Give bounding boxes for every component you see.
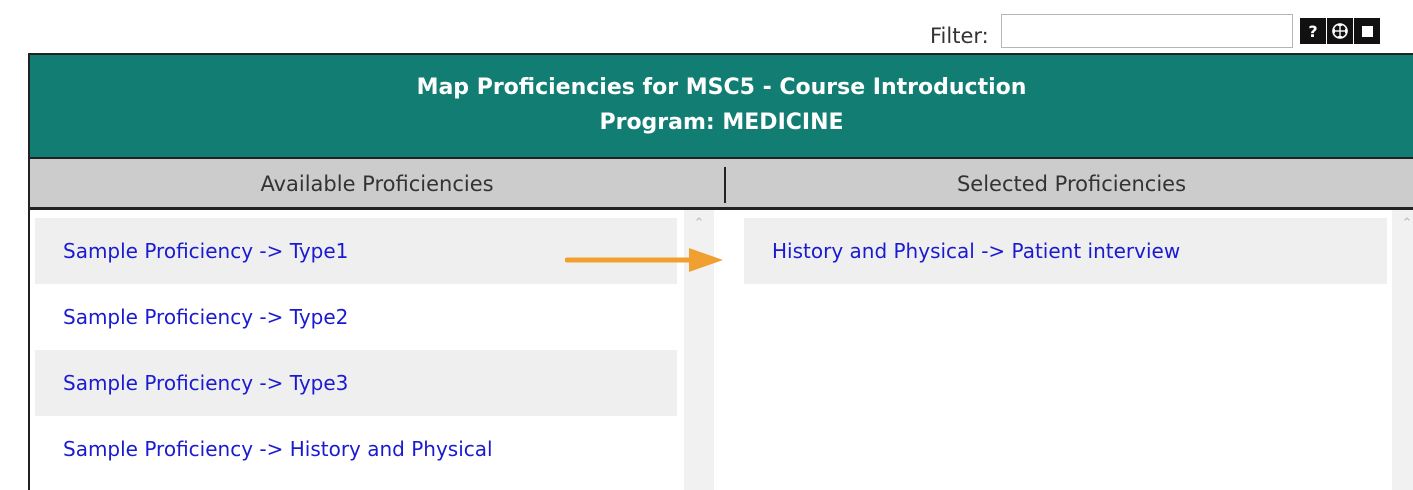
selected-list: History and Physical -> Patient intervie… [744, 218, 1387, 284]
help-icon[interactable]: ? [1300, 18, 1326, 44]
chevron-up-icon[interactable]: ⌃ [691, 216, 707, 231]
filter-input[interactable] [1001, 14, 1293, 48]
help-glyph: ? [1308, 21, 1318, 41]
panel-header: Map Proficiencies for MSC5 - Course Intr… [30, 55, 1413, 159]
page-title: Map Proficiencies for MSC5 - Course Intr… [416, 75, 1027, 100]
move-arrows-icon [1332, 23, 1348, 39]
list-item[interactable]: Sample Proficiency -> Type2 [35, 284, 677, 350]
filter-label: Filter: [930, 24, 989, 48]
chevron-up-icon[interactable]: ⌃ [1399, 216, 1413, 231]
column-divider [724, 167, 726, 203]
available-column-header: Available Proficiencies [260, 172, 494, 196]
move-icon[interactable] [1327, 18, 1353, 44]
program-subtitle: Program: MEDICINE [599, 110, 844, 135]
list-item[interactable]: Sample Proficiency -> Type3 [35, 350, 677, 416]
selected-scrollbar[interactable]: ⌃ [1392, 210, 1413, 490]
maximize-icon[interactable] [1354, 18, 1380, 44]
filter-bar: Filter: ? [0, 14, 1413, 52]
arrow-right-icon [565, 248, 723, 272]
list-item[interactable]: Sample Proficiency -> History and Physic… [35, 416, 677, 482]
maximize-square [1361, 25, 1373, 37]
column-headers: Available Proficiencies Selected Profici… [30, 159, 1413, 210]
selected-column-header: Selected Proficiencies [956, 172, 1187, 196]
list-item[interactable]: History and Physical -> Patient intervie… [744, 218, 1387, 284]
